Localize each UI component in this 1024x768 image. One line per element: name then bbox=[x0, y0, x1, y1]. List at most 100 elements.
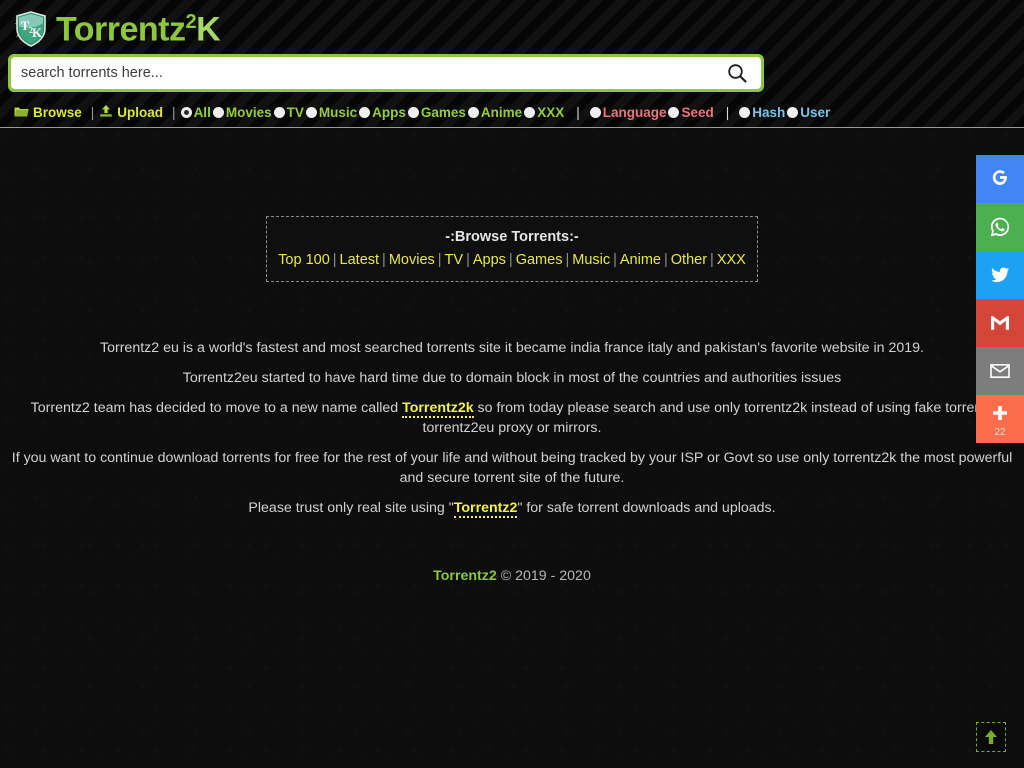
browse-link-latest[interactable]: Latest bbox=[340, 252, 380, 268]
nav-upload-link[interactable]: Upload bbox=[99, 104, 163, 121]
filter-radio-group: Language Seed bbox=[589, 104, 716, 121]
radio-label-tv: TV bbox=[286, 104, 304, 120]
browse-link-games[interactable]: Games bbox=[516, 252, 563, 268]
info-paragraph-2: Torrentz2eu started to have hard time du… bbox=[182, 370, 842, 386]
social-share-whatsapp[interactable] bbox=[976, 203, 1024, 251]
logo-suffix: K bbox=[196, 10, 221, 49]
lookup-option-user[interactable]: User bbox=[787, 105, 830, 120]
lookup-option-hash[interactable]: Hash bbox=[739, 105, 785, 120]
info-paragraph-4: If you want to continue download torrent… bbox=[11, 450, 1013, 486]
category-option-apps[interactable]: Apps bbox=[359, 105, 406, 120]
site-header: T 2 K Torrentz2K search torrents here...… bbox=[0, 0, 1024, 128]
nav-browse-link[interactable]: Browse bbox=[14, 105, 82, 121]
radio-label-user: User bbox=[800, 104, 831, 120]
footer-copyright: © 2019 - 2020 bbox=[500, 568, 591, 584]
radio-button-anime[interactable] bbox=[467, 106, 479, 118]
radio-button-user[interactable] bbox=[787, 106, 799, 118]
info-paragraph-5: Please trust only real site using "Torre… bbox=[4, 498, 1020, 518]
radio-button-hash[interactable] bbox=[739, 106, 751, 118]
radio-label-language: Language bbox=[602, 104, 667, 120]
p3-text-after: so from today please search and use only… bbox=[422, 400, 994, 436]
radio-label-hash: Hash bbox=[752, 104, 786, 120]
browse-link-separator: | bbox=[332, 252, 337, 268]
browse-link-separator: | bbox=[466, 252, 470, 268]
lookup-radio-group: Hash User bbox=[739, 105, 832, 121]
site-logo-text[interactable]: Torrentz2K bbox=[56, 10, 221, 49]
category-option-games[interactable]: Games bbox=[407, 104, 466, 120]
search-button[interactable] bbox=[723, 59, 751, 87]
category-option-all[interactable]: All bbox=[180, 104, 211, 120]
radio-label-anime: Anime bbox=[480, 104, 523, 120]
info-paragraph-3: Torrentz2 team has decided to move to a … bbox=[4, 398, 1020, 438]
torrentz2k-shield-logo-icon[interactable]: T 2 K bbox=[14, 10, 48, 48]
search-bar bbox=[8, 54, 764, 92]
search-field-container bbox=[11, 57, 761, 89]
radio-button-language[interactable] bbox=[589, 106, 601, 118]
social-share-google[interactable] bbox=[976, 155, 1024, 203]
svg-text:K: K bbox=[32, 26, 42, 40]
social-share-share-plus[interactable]: 22 bbox=[976, 395, 1024, 443]
category-option-movies[interactable]: Movies bbox=[212, 104, 272, 120]
radio-button-tv[interactable] bbox=[273, 106, 285, 118]
radio-label-all: All bbox=[193, 104, 211, 120]
browse-link-apps[interactable]: Apps bbox=[473, 252, 506, 268]
social-share-gmail[interactable] bbox=[976, 299, 1024, 347]
torrentz2-link[interactable]: Torrentz2 bbox=[453, 500, 518, 518]
torrentz2k-link[interactable]: Torrentz2k bbox=[402, 400, 474, 418]
nav-upload-label: Upload bbox=[117, 105, 164, 120]
browse-link-music[interactable]: Music bbox=[572, 252, 610, 268]
browse-link-anime[interactable]: Anime bbox=[620, 252, 661, 268]
radio-label-apps: Apps bbox=[372, 104, 406, 120]
share-count-label: 22 bbox=[994, 426, 1006, 438]
nav-browse-label: Browse bbox=[33, 105, 82, 120]
radio-button-apps[interactable] bbox=[359, 106, 371, 118]
browse-link-xxx[interactable]: XXX bbox=[717, 252, 746, 268]
scroll-to-top-button[interactable] bbox=[976, 722, 1006, 752]
p5-text-before: Please trust only real site using " bbox=[248, 500, 454, 516]
p3-text-before: Torrentz2 team has decided to move to a … bbox=[30, 400, 403, 416]
browse-link-separator: | bbox=[613, 252, 617, 268]
radio-button-games[interactable] bbox=[407, 106, 419, 118]
search-input[interactable] bbox=[21, 59, 723, 87]
social-share-twitter[interactable] bbox=[976, 251, 1024, 299]
whatsapp-icon bbox=[990, 217, 1010, 237]
category-radio-group: All Movies TV Music Apps Games Anime XXX bbox=[180, 104, 567, 121]
radio-button-xxx[interactable] bbox=[524, 106, 536, 118]
browse-link-separator: | bbox=[437, 252, 442, 268]
filter-option-language[interactable]: Language bbox=[589, 104, 667, 120]
logo-superscript: 2 bbox=[185, 10, 197, 33]
main-content: -:Browse Torrents:- Top 100 | Latest | Movie… bbox=[0, 216, 1024, 584]
radio-button-all[interactable] bbox=[180, 106, 192, 118]
footer-brand[interactable]: Torrentz2 bbox=[433, 568, 497, 584]
category-option-anime[interactable]: Anime bbox=[467, 104, 523, 120]
upload-icon bbox=[99, 104, 113, 121]
browse-link-top-100[interactable]: Top 100 bbox=[278, 252, 330, 268]
share-plus-icon bbox=[993, 405, 1007, 420]
email-icon bbox=[990, 364, 1010, 378]
p5-text-after: " for safe torrent downloads and uploads… bbox=[517, 500, 776, 516]
nav-separator-2: | bbox=[172, 105, 176, 120]
category-nav: Browse | Upload | All Movies TV Music Apps Ga… bbox=[0, 92, 1024, 124]
radio-button-movies[interactable] bbox=[212, 106, 224, 118]
category-option-tv[interactable]: TV bbox=[273, 104, 304, 120]
social-share-sidebar: 22 bbox=[976, 155, 1024, 443]
folder-icon bbox=[14, 105, 29, 121]
logo-word: Torrentz bbox=[56, 10, 186, 49]
category-option-xxx[interactable]: XXX bbox=[524, 105, 564, 120]
gmail-icon bbox=[991, 316, 1009, 330]
browse-link-other[interactable]: Other bbox=[671, 252, 707, 268]
arrow-up-icon bbox=[985, 730, 997, 744]
filter-option-seed[interactable]: Seed bbox=[668, 105, 714, 120]
nav-separator-3: | bbox=[576, 105, 580, 120]
info-paragraph-1: Torrentz2 eu is a world's fastest and mo… bbox=[100, 340, 924, 356]
radio-label-movies: Movies bbox=[225, 104, 272, 120]
radio-button-music[interactable] bbox=[305, 106, 317, 118]
radio-label-games: Games bbox=[420, 104, 466, 120]
browse-link-tv[interactable]: TV bbox=[445, 252, 464, 268]
browse-link-separator: | bbox=[508, 252, 513, 268]
category-option-music[interactable]: Music bbox=[305, 105, 357, 120]
radio-button-seed[interactable] bbox=[668, 106, 680, 118]
social-share-email[interactable] bbox=[976, 347, 1024, 395]
browse-box-links: Top 100 | Latest | Movies | TV | Apps | Games | Musi… bbox=[277, 252, 747, 268]
browse-link-movies[interactable]: Movies bbox=[389, 252, 435, 268]
